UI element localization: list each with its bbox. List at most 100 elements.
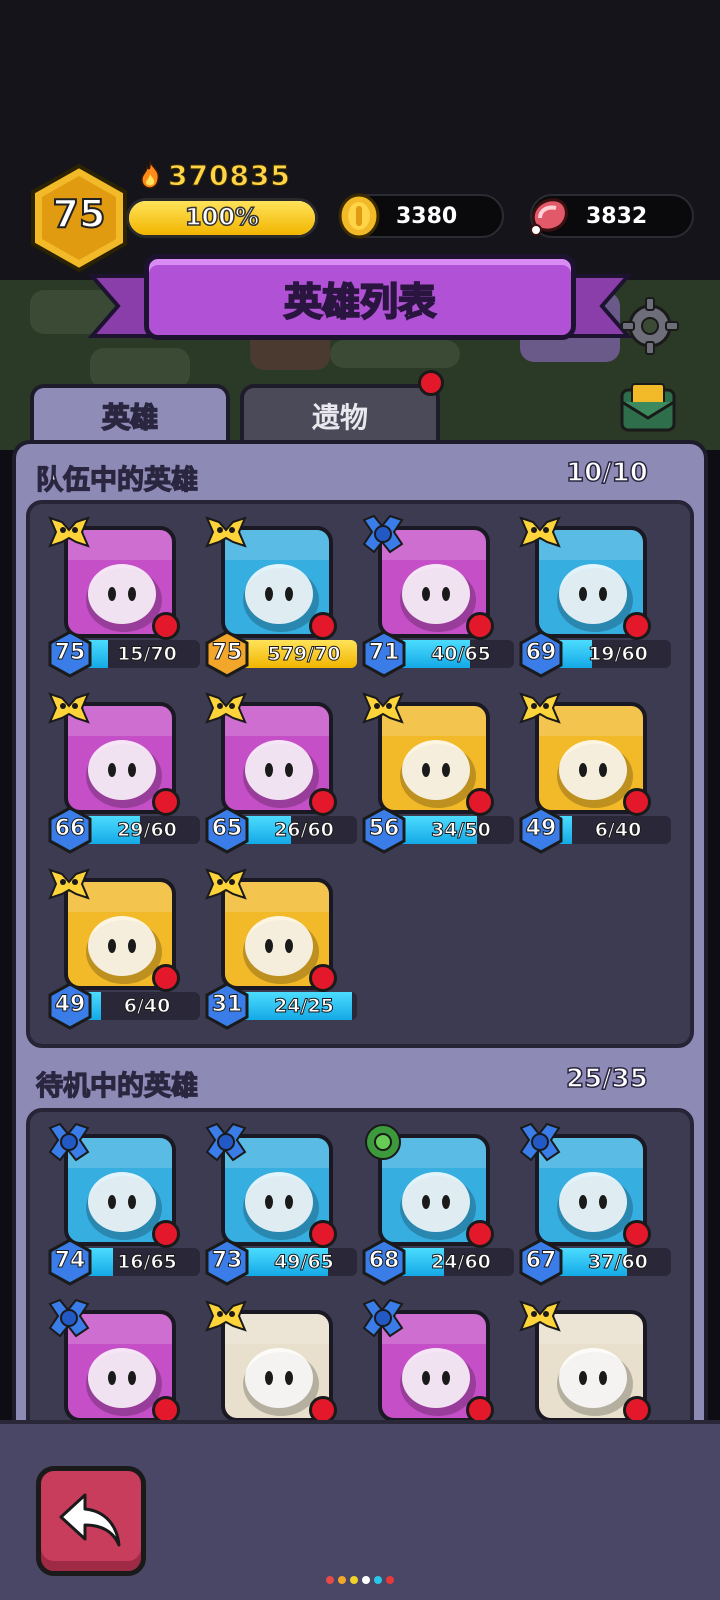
- notification-dot: [466, 788, 494, 816]
- hero-progress-bar: 40/65: [398, 640, 514, 668]
- hero-level: 67: [525, 1248, 557, 1274]
- hero-level-badge: 65: [203, 806, 251, 854]
- blue-rank-icon: [360, 512, 406, 556]
- gold-rank-icon: [360, 688, 406, 732]
- hero-card[interactable]: 24/25 31: [203, 864, 357, 1032]
- hero-card[interactable]: 579/70 75: [203, 512, 357, 680]
- blue-rank-icon: [517, 1120, 563, 1164]
- gold-rank-icon: [517, 1296, 563, 1340]
- hero-card[interactable]: 24/60 68: [360, 1120, 514, 1288]
- hero-card[interactable]: 34/50 56: [360, 688, 514, 856]
- page-dot: [374, 1576, 382, 1584]
- hero-level-badge: 75: [46, 630, 94, 678]
- page-dot: [386, 1576, 394, 1584]
- gold-coin-icon: [338, 193, 380, 239]
- hero-level: 49: [525, 816, 557, 842]
- hero-level: 65: [211, 816, 243, 842]
- hero-level-badge: 69: [517, 630, 565, 678]
- hero-progress-text: 579/70: [267, 643, 341, 666]
- hero-card[interactable]: 6/40 49: [46, 864, 200, 1032]
- hero-progress-bar: 37/60: [555, 1248, 671, 1276]
- hero-card[interactable]: 19/60 69: [517, 512, 671, 680]
- hero-level-badge: 67: [517, 1238, 565, 1286]
- standby-count: 25/35: [565, 1063, 648, 1095]
- notification-dot: [152, 612, 180, 640]
- hero-progress-text: 24/25: [274, 995, 335, 1018]
- gold-rank-icon: [46, 688, 92, 732]
- hero-level: 69: [525, 640, 557, 666]
- hero-level: 75: [211, 640, 243, 666]
- page-dot: [326, 1576, 334, 1584]
- flame-icon: [141, 161, 160, 189]
- hero-level: 71: [368, 640, 400, 666]
- meat-value: 3832: [586, 204, 648, 229]
- hero-level-badge: 75: [203, 630, 251, 678]
- gold-rank-icon: [203, 688, 249, 732]
- hero-progress-text: 24/60: [431, 1251, 492, 1274]
- notification-dot: [309, 612, 337, 640]
- hero-progress-bar: 29/60: [84, 816, 200, 844]
- standby-section-title: 待机中的英雄: [35, 1070, 198, 1102]
- hero-progress-text: 6/40: [594, 819, 642, 842]
- gold-rank-icon: [517, 512, 563, 556]
- tab-relics-label: 遗物: [311, 401, 368, 434]
- page-title: 英雄列表: [283, 279, 437, 325]
- back-button[interactable]: [36, 1466, 146, 1576]
- player-level: 75: [52, 191, 107, 237]
- page-dot: [338, 1576, 346, 1584]
- hero-level: 75: [54, 640, 86, 666]
- gold-counter[interactable]: 3380: [338, 193, 504, 239]
- hero-progress-text: 19/60: [588, 643, 649, 666]
- hero-level-badge: 49: [517, 806, 565, 854]
- hero-level-badge: 56: [360, 806, 408, 854]
- title-banner: 英雄列表: [144, 254, 576, 340]
- notification-dot: [466, 612, 494, 640]
- hero-card[interactable]: 26/60 65: [203, 688, 357, 856]
- gear-icon[interactable]: [620, 296, 680, 356]
- hero-progress-text: 37/60: [588, 1251, 649, 1274]
- gold-rank-icon: [203, 1296, 249, 1340]
- hero-card[interactable]: 49/65 73: [203, 1120, 357, 1288]
- page-indicator: [326, 1576, 394, 1584]
- back-arrow-icon: [59, 1493, 121, 1547]
- hero-level: 74: [54, 1248, 86, 1274]
- blue-rank-icon: [360, 1296, 406, 1340]
- hero-level-badge: 68: [360, 1238, 408, 1286]
- team-section-title: 队伍中的英雄: [35, 464, 198, 496]
- gold-value: 3380: [396, 204, 458, 229]
- hero-progress-bar: 24/25: [241, 992, 357, 1020]
- page-dot: [350, 1576, 358, 1584]
- notification-dot: [466, 1220, 494, 1248]
- player-level-badge[interactable]: 75: [30, 164, 128, 272]
- hero-card[interactable]: 16/65 74: [46, 1120, 200, 1288]
- hero-card[interactable]: 15/70 75: [46, 512, 200, 680]
- notification-dot: [418, 370, 444, 396]
- hero-progress-bar: 24/60: [398, 1248, 514, 1276]
- blue-rank-icon: [46, 1296, 92, 1340]
- hero-card[interactable]: 40/65 71: [360, 512, 514, 680]
- hero-level-badge: 73: [203, 1238, 251, 1286]
- gold-rank-icon: [203, 512, 249, 556]
- mail-icon[interactable]: [616, 380, 680, 436]
- hero-progress-text: 49/65: [274, 1251, 335, 1274]
- hero-level: 68: [368, 1248, 400, 1274]
- notification-dot: [623, 1220, 651, 1248]
- tab-heroes[interactable]: 英雄: [30, 384, 230, 444]
- hero-card[interactable]: 37/60 67: [517, 1120, 671, 1288]
- tab-relics[interactable]: 遗物: [240, 384, 440, 444]
- notification-dot: [309, 964, 337, 992]
- hero-card[interactable]: 29/60 66: [46, 688, 200, 856]
- hero-level: 56: [368, 816, 400, 842]
- meat-counter[interactable]: 3832: [530, 194, 694, 238]
- hero-progress-bar: 19/60: [555, 640, 671, 668]
- hero-card[interactable]: 6/40 49: [517, 688, 671, 856]
- hero-level-badge: 71: [360, 630, 408, 678]
- notification-dot: [152, 964, 180, 992]
- meat-icon: [530, 198, 568, 236]
- hero-progress-bar: 6/40: [555, 816, 671, 844]
- blue-rank-icon: [203, 1120, 249, 1164]
- xp-bar: 100%: [126, 198, 318, 238]
- hero-progress-text: 34/50: [431, 819, 492, 842]
- hero-level-badge: 66: [46, 806, 94, 854]
- page-dot: [362, 1576, 370, 1584]
